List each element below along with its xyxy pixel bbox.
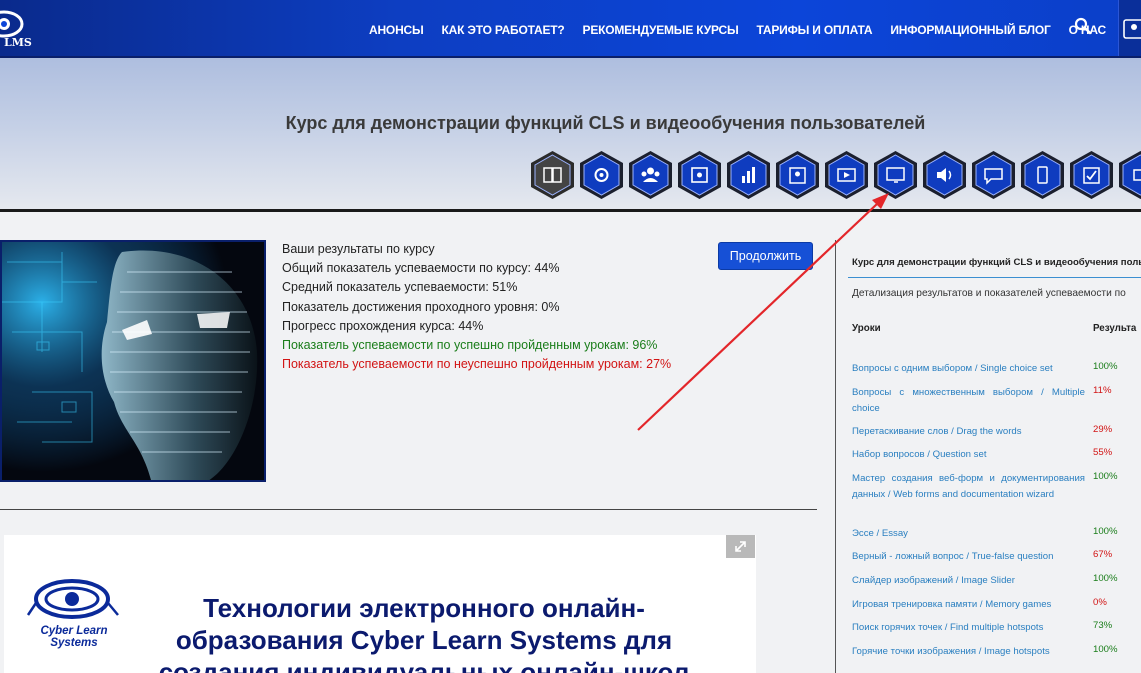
expand-icon	[735, 541, 746, 552]
continue-button[interactable]: Продолжить	[718, 242, 813, 270]
course-nav-speaker-button[interactable]	[922, 150, 967, 200]
more-icon	[1119, 151, 1141, 199]
group-icon	[629, 151, 672, 199]
lesson-link[interactable]: Набор вопросов / Question set	[852, 447, 1085, 463]
mobile-icon	[1021, 151, 1064, 199]
course-nav-video-button[interactable]	[824, 150, 869, 200]
main-nav: АНОНСЫ КАК ЭТО РАБОТАЕТ? РЕКОМЕНДУЕМЫЕ К…	[369, 23, 1106, 37]
lesson-link[interactable]: Поиск горячих точек / Find multiple hots…	[852, 620, 1085, 636]
results-column-header: Результа	[1093, 323, 1137, 334]
robot-face-illustration	[2, 242, 264, 480]
course-cover-image	[0, 240, 266, 482]
banner-divider	[0, 209, 1141, 212]
lesson-result: 100%	[1093, 526, 1118, 537]
lessons-column-header: Уроки	[852, 323, 881, 334]
lesson-link[interactable]: Эссе / Essay	[852, 526, 1085, 542]
lesson-result: 11%	[1093, 385, 1112, 396]
nav-pricing[interactable]: ТАРИФЫ И ОПЛАТА	[757, 23, 873, 37]
lesson-link[interactable]: Верный - ложный вопрос / True-false ques…	[852, 549, 1085, 565]
course-nav-group-button[interactable]	[628, 150, 673, 200]
lesson-link[interactable]: Мастер создания веб-форм и документирова…	[852, 471, 1085, 502]
lesson-link[interactable]: Вопросы с множественным выбором / Multip…	[852, 385, 1085, 416]
lesson-result: 100%	[1093, 361, 1118, 372]
gear-icon	[580, 151, 623, 199]
user-icon	[1123, 19, 1141, 39]
nav-how-it-works[interactable]: КАК ЭТО РАБОТАЕТ?	[442, 23, 565, 37]
screen-icon	[874, 151, 917, 199]
lesson-link[interactable]: Перетаскивание слов / Drag the words	[852, 424, 1085, 440]
bar-chart-icon	[727, 151, 770, 199]
cyber-learn-logo-text: Cyber Learn Systems	[40, 625, 108, 649]
speaker-icon	[923, 151, 966, 199]
lesson-link[interactable]: Слайдер изображений / Image Slider	[852, 573, 1085, 589]
lesson-result: 29%	[1093, 424, 1113, 435]
pass-level-score: Показатель достижения проходного уровня:…	[282, 299, 560, 314]
lesson-result: 73%	[1093, 620, 1113, 631]
course-nav-chat-button[interactable]	[971, 150, 1016, 200]
course-nav-screen-button[interactable]	[873, 150, 918, 200]
course-nav-more-button[interactable]	[1118, 150, 1141, 200]
course-nav-mobile-button[interactable]	[1020, 150, 1065, 200]
checklist-icon	[1070, 151, 1113, 199]
user-card-icon	[776, 151, 819, 199]
lesson-result: 100%	[1093, 471, 1118, 482]
logo-text[interactable]: LMS	[4, 36, 32, 49]
video-icon	[825, 151, 868, 199]
content-divider	[0, 509, 817, 510]
course-nav-book-button[interactable]	[530, 150, 575, 200]
failed-lessons-score: Показатель успеваемости по неуспешно про…	[282, 357, 672, 372]
book-icon	[531, 151, 574, 199]
course-nav-gear-button[interactable]	[579, 150, 624, 200]
course-title: Курс для демонстрации функций CLS и виде…	[285, 113, 926, 133]
lesson-result: 0%	[1093, 597, 1107, 608]
puzzle-icon	[678, 151, 721, 199]
presentation-slide[interactable]: Cyber Learn Systems Технологии электронн…	[4, 535, 756, 673]
course-nav-icons	[530, 150, 1141, 200]
lesson-result: 67%	[1093, 549, 1113, 560]
lesson-link[interactable]: Вопросы с одним выбором / Single choice …	[852, 361, 1085, 377]
lesson-result: 100%	[1093, 573, 1118, 584]
course-nav-bar-chart-button[interactable]	[726, 150, 771, 200]
sidebar-course-title: Курс для демонстрации функций CLS и виде…	[852, 257, 1141, 268]
nav-recommended-courses[interactable]: РЕКОМЕНДУЕМЫЕ КУРСЫ	[583, 23, 739, 37]
results-heading: Ваши результаты по курсу	[282, 242, 435, 256]
course-progress: Прогресс прохождения курса: 44%	[282, 318, 484, 333]
course-results: Ваши результаты по курсу Общий показател…	[282, 240, 671, 374]
site-header: LMS АНОНСЫ КАК ЭТО РАБОТАЕТ? РЕКОМЕНДУЕМ…	[0, 0, 1141, 58]
course-nav-user-card-button[interactable]	[775, 150, 820, 200]
fullscreen-button[interactable]	[726, 535, 755, 558]
sidebar-divider	[835, 240, 836, 673]
slide-title: Технологии электронного онлайн- образова…	[158, 593, 690, 673]
user-menu-button[interactable]	[1118, 0, 1141, 58]
nav-blog[interactable]: ИНФОРМАЦИОННЫЙ БЛОГ	[890, 23, 1050, 37]
overall-score: Общий показатель успеваемости по курсу: …	[282, 261, 560, 276]
lesson-result: 55%	[1093, 447, 1113, 458]
nav-announcements[interactable]: АНОНСЫ	[369, 23, 424, 37]
average-score: Средний показатель успеваемости: 51%	[282, 280, 518, 295]
lesson-link[interactable]: Горячие точки изображения / Image hotspo…	[852, 644, 1085, 660]
sidebar-title-underline	[848, 277, 1141, 278]
lesson-link[interactable]: Игровая тренировка памяти / Memory games	[852, 597, 1085, 613]
lesson-result: 100%	[1093, 644, 1118, 655]
search-icon[interactable]	[1074, 17, 1092, 35]
course-nav-puzzle-button[interactable]	[677, 150, 722, 200]
chat-icon	[972, 151, 1015, 199]
course-nav-checklist-button[interactable]	[1069, 150, 1114, 200]
passed-lessons-score: Показатель успеваемости по успешно пройд…	[282, 338, 658, 353]
sidebar-subtitle: Детализация результатов и показателей ус…	[852, 288, 1126, 299]
